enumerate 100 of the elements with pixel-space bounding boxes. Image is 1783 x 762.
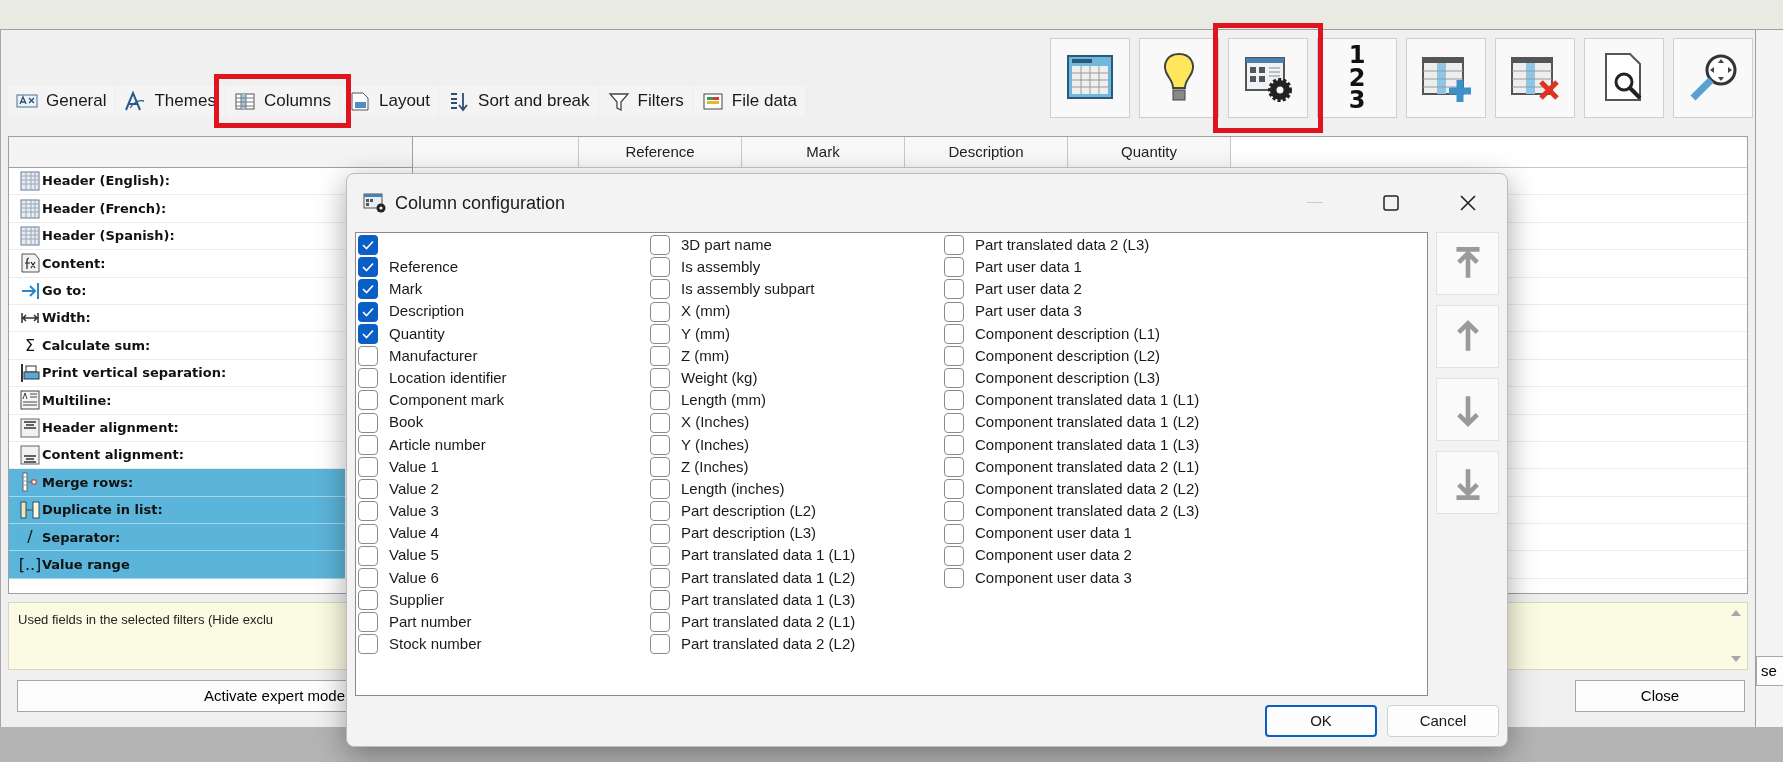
toolbar-button[interactable]: 123 — [1317, 38, 1397, 118]
checkbox[interactable] — [650, 501, 670, 522]
checkbox[interactable] — [944, 301, 964, 322]
tab[interactable]: Themes — [116, 86, 224, 116]
checkbox-label: Part user data 2 — [975, 279, 1082, 300]
checkbox[interactable] — [358, 501, 378, 522]
tab[interactable]: Columns — [225, 86, 339, 116]
checkbox[interactable] — [944, 412, 964, 433]
checkbox[interactable] — [944, 257, 964, 278]
checkbox[interactable] — [650, 279, 670, 300]
checkbox[interactable] — [650, 257, 670, 278]
checkbox[interactable] — [944, 279, 964, 300]
checkbox[interactable] — [358, 634, 378, 655]
checkbox[interactable] — [944, 545, 964, 566]
tab[interactable]: Layout — [341, 86, 439, 116]
checkbox[interactable] — [944, 346, 964, 367]
checkbox[interactable] — [944, 390, 964, 411]
checkbox[interactable] — [944, 434, 964, 455]
checkbox[interactable] — [358, 567, 378, 588]
checkbox-label: Part description (L2) — [681, 501, 817, 522]
checkbox[interactable] — [650, 479, 670, 500]
checkbox[interactable] — [358, 235, 378, 256]
partial-button[interactable]: se — [1756, 656, 1783, 686]
checkbox[interactable] — [944, 235, 964, 256]
expert-mode-button[interactable]: Activate expert mode — [17, 680, 348, 712]
checkbox[interactable] — [650, 523, 670, 544]
checkbox[interactable] — [358, 279, 378, 300]
checkbox[interactable] — [650, 567, 670, 588]
checkbox[interactable] — [358, 523, 378, 544]
checkbox[interactable] — [944, 523, 964, 544]
property-row[interactable]: Multiline: — [9, 387, 345, 415]
checkbox[interactable] — [944, 567, 964, 588]
column-header[interactable]: Quantity — [1068, 137, 1231, 167]
arrow-to-bar-icon — [20, 280, 40, 301]
checkbox[interactable] — [358, 545, 378, 566]
column-header[interactable] — [9, 137, 412, 168]
toolbar-button[interactable] — [1495, 38, 1575, 118]
property-row[interactable]: [..]Value range — [9, 551, 345, 579]
property-row[interactable]: Merge rows: — [9, 469, 345, 497]
scroll-up-icon[interactable] — [1730, 609, 1742, 617]
checkbox[interactable] — [650, 590, 670, 611]
property-row[interactable]: Content: — [9, 250, 345, 278]
checkbox[interactable] — [358, 434, 378, 455]
property-row[interactable]: Header (English): — [9, 168, 345, 196]
checkbox-label: Part translated data 2 (L1) — [681, 612, 856, 633]
checkbox[interactable] — [650, 545, 670, 566]
move-down-button[interactable] — [1436, 378, 1499, 441]
tab[interactable]: Filters — [599, 86, 692, 116]
move-up-button[interactable] — [1436, 305, 1499, 368]
tab[interactable]: General — [8, 86, 115, 116]
toolbar-button[interactable] — [1584, 38, 1664, 118]
property-row[interactable]: / Separator: — [9, 524, 345, 552]
checkbox[interactable] — [358, 257, 378, 278]
checkbox[interactable] — [650, 456, 670, 477]
checkbox[interactable] — [650, 368, 670, 389]
checkbox[interactable] — [358, 456, 378, 477]
checkbox[interactable] — [650, 634, 670, 655]
toolbar-button[interactable] — [1139, 38, 1219, 118]
column-header[interactable]: Description — [905, 137, 1068, 167]
checkbox[interactable] — [650, 301, 670, 322]
checkbox[interactable] — [944, 456, 964, 477]
checkbox[interactable] — [944, 323, 964, 344]
property-label: Merge rows: — [42, 473, 134, 492]
scroll-down-icon[interactable] — [1730, 655, 1742, 663]
checkbox[interactable] — [650, 323, 670, 344]
checkbox-label: Length (inches) — [681, 478, 785, 499]
toolbar-button[interactable] — [1406, 38, 1486, 118]
checkbox[interactable] — [650, 390, 670, 411]
checkbox[interactable] — [358, 390, 378, 411]
checkbox[interactable] — [358, 323, 378, 344]
move-to-bottom-button[interactable] — [1436, 451, 1499, 514]
move-to-top-button[interactable] — [1436, 232, 1499, 295]
checkbox[interactable] — [358, 368, 378, 389]
checkbox[interactable] — [650, 434, 670, 455]
checkbox[interactable] — [944, 501, 964, 522]
checkbox[interactable] — [358, 346, 378, 367]
toolbar-button[interactable] — [1228, 38, 1308, 118]
property-row[interactable]: Duplicate in list: — [9, 496, 345, 525]
maximize-icon[interactable] — [1383, 195, 1399, 211]
tab[interactable]: Sort and break — [440, 86, 598, 116]
checkbox[interactable] — [650, 346, 670, 367]
checkbox[interactable] — [358, 301, 378, 322]
checkbox[interactable] — [650, 612, 670, 633]
dialog-button[interactable]: OK — [1265, 705, 1377, 737]
column-header[interactable]: Reference — [579, 137, 742, 167]
checkbox[interactable] — [944, 368, 964, 389]
toolbar-button[interactable] — [1050, 38, 1130, 118]
checkbox[interactable] — [944, 479, 964, 500]
close-button[interactable]: Close — [1575, 680, 1745, 712]
column-header[interactable]: Mark — [742, 137, 905, 167]
checkbox[interactable] — [358, 479, 378, 500]
dialog-button[interactable]: Cancel — [1387, 705, 1499, 737]
checkbox[interactable] — [358, 412, 378, 433]
checkbox[interactable] — [358, 590, 378, 611]
checkbox[interactable] — [650, 412, 670, 433]
toolbar-button[interactable] — [1673, 38, 1753, 118]
tab[interactable]: File data — [693, 86, 806, 116]
close-icon[interactable] — [1459, 194, 1477, 212]
checkbox[interactable] — [650, 235, 670, 256]
checkbox[interactable] — [358, 612, 378, 633]
